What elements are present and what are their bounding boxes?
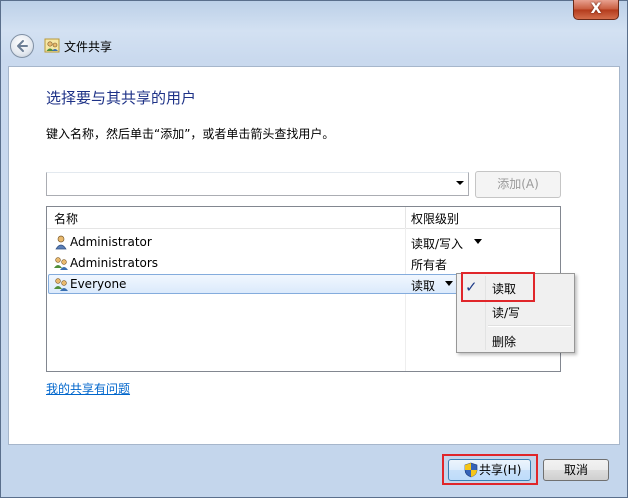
file-sharing-icon	[44, 38, 60, 53]
menu-item-read-write[interactable]: 读/写	[459, 300, 572, 322]
permission-level[interactable]: 读取/写入	[411, 235, 463, 252]
highlight-share-button	[442, 454, 538, 485]
menu-item-remove[interactable]: 删除	[459, 329, 572, 351]
menu-item-label: 删除	[492, 335, 517, 349]
instruction-text: 键入名称，然后单击“添加”，或者单击箭头查找用户。	[46, 127, 335, 141]
column-header-name[interactable]: 名称	[54, 210, 78, 227]
permission-level[interactable]: 读取	[411, 277, 435, 294]
user-name: Administrators	[70, 256, 159, 270]
back-arrow-icon	[17, 40, 28, 52]
column-header-permission[interactable]: 权限级别	[411, 210, 459, 227]
user-group-icon	[54, 278, 68, 291]
menu-separator	[488, 325, 571, 327]
user-name: Administrator	[70, 235, 152, 249]
user-name: Everyone	[70, 277, 127, 291]
user-icon	[55, 235, 67, 250]
permission-dropdown-icon[interactable]	[445, 281, 453, 286]
sharing-help-link[interactable]: 我的共享有问题	[46, 380, 130, 397]
highlight-read-option	[461, 272, 535, 302]
permission-level: 所有者	[411, 258, 448, 272]
close-button[interactable]: X	[573, 0, 619, 20]
column-divider[interactable]	[405, 207, 406, 228]
list-header: 名称 权限级别	[47, 207, 560, 229]
user-group-icon	[54, 257, 68, 270]
add-button[interactable]: 添加(A)	[475, 171, 561, 198]
page-heading: 选择要与其共享的用户	[46, 89, 197, 107]
user-row-administrator[interactable]: Administrator 读取/写入	[48, 232, 559, 252]
window-title: 文件共享	[64, 40, 113, 54]
cancel-button[interactable]: 取消	[543, 459, 609, 481]
combobox-dropdown-icon[interactable]	[456, 181, 464, 185]
back-button[interactable]	[10, 34, 34, 58]
permission-dropdown-icon[interactable]	[474, 239, 482, 244]
user-row-administrators[interactable]: Administrators 所有者	[48, 253, 559, 273]
user-name-combobox[interactable]	[46, 172, 469, 196]
menu-item-label: 读/写	[492, 306, 521, 320]
content-panel: 选择要与其共享的用户 键入名称，然后单击“添加”，或者单击箭头查找用户。 添加(…	[8, 66, 620, 445]
